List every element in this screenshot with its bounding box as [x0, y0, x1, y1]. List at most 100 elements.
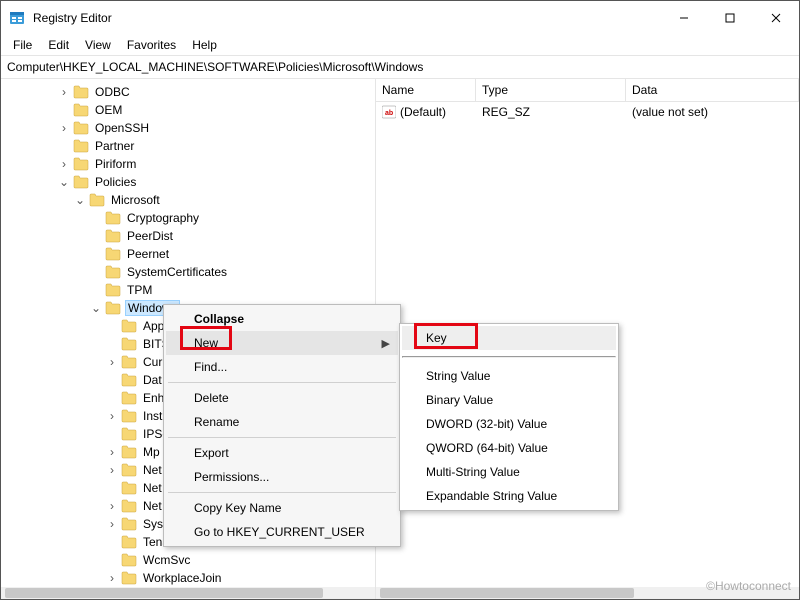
chevron-right-icon: ›: [57, 140, 71, 152]
folder-icon: [105, 283, 121, 297]
chevron-right-icon[interactable]: ›: [105, 572, 119, 584]
chevron-right-icon: ›: [105, 536, 119, 548]
tree-item-label: WorkplaceJoin: [141, 571, 223, 585]
chevron-right-icon: ›: [105, 392, 119, 404]
chevron-right-icon[interactable]: ›: [105, 410, 119, 422]
folder-icon: [121, 337, 137, 351]
chevron-right-icon: ›: [105, 374, 119, 386]
col-type[interactable]: Type: [476, 79, 626, 101]
chevron-right-icon: ›: [89, 212, 103, 224]
folder-icon: [105, 247, 121, 261]
sub-binary-value[interactable]: Binary Value: [402, 388, 616, 412]
tree-item[interactable]: › WcmSvc: [1, 551, 375, 569]
tree-item[interactable]: ›OpenSSH: [1, 119, 375, 137]
ctx-export[interactable]: Export: [166, 441, 398, 465]
tree-item[interactable]: ⌄ Microsoft: [1, 191, 375, 209]
menu-favorites[interactable]: Favorites: [119, 36, 184, 54]
col-data[interactable]: Data: [626, 79, 799, 101]
chevron-right-icon[interactable]: ›: [57, 122, 71, 134]
chevron-right-icon[interactable]: ›: [105, 518, 119, 530]
sub-expandable-string-value[interactable]: Expandable String Value: [402, 484, 616, 508]
tree-item[interactable]: ›PeerDist: [1, 227, 375, 245]
minimize-button[interactable]: [661, 1, 707, 35]
regedit-icon: [9, 10, 25, 26]
chevron-down-icon[interactable]: ⌄: [73, 194, 87, 206]
column-headers: Name Type Data: [376, 79, 799, 102]
col-name[interactable]: Name: [376, 79, 476, 101]
folder-icon: [73, 157, 89, 171]
folder-icon: [105, 301, 121, 315]
tree-item-label: Net: [141, 481, 164, 495]
context-menu: Collapse New▶ Find... Delete Rename Expo…: [163, 304, 401, 547]
tree-item[interactable]: › Partner: [1, 137, 375, 155]
folder-icon: [73, 85, 89, 99]
chevron-down-icon[interactable]: ⌄: [57, 176, 71, 188]
maximize-button[interactable]: [707, 1, 753, 35]
chevron-right-icon: ›: [105, 554, 119, 566]
folder-icon: [121, 319, 137, 333]
tree-item[interactable]: ›ODBC: [1, 83, 375, 101]
address-path: Computer\HKEY_LOCAL_MACHINE\SOFTWARE\Pol…: [7, 60, 423, 74]
tree-item[interactable]: ›Cryptography: [1, 209, 375, 227]
tree-item-label: WcmSvc: [141, 553, 192, 567]
tree-item[interactable]: ›OEM: [1, 101, 375, 119]
window-title: Registry Editor: [33, 11, 112, 25]
folder-icon: [105, 229, 121, 243]
folder-icon: [121, 445, 137, 459]
folder-icon: [73, 121, 89, 135]
ctx-permissions[interactable]: Permissions...: [166, 465, 398, 489]
tree-item-label: Piriform: [93, 157, 138, 171]
address-bar[interactable]: Computer\HKEY_LOCAL_MACHINE\SOFTWARE\Pol…: [1, 55, 799, 79]
ctx-delete[interactable]: Delete: [166, 386, 398, 410]
value-name: (Default): [400, 105, 446, 119]
tree-item-label: Cur: [141, 355, 164, 369]
tree-item[interactable]: ⌄Policies: [1, 173, 375, 191]
ctx-rename[interactable]: Rename: [166, 410, 398, 434]
value-row[interactable]: ab (Default) REG_SZ (value not set): [376, 102, 799, 122]
tree-item-label: Partner: [93, 139, 136, 153]
tree-item[interactable]: ›TPM: [1, 281, 375, 299]
chevron-right-icon[interactable]: ›: [57, 158, 71, 170]
folder-icon: [73, 103, 89, 117]
chevron-right-icon[interactable]: ›: [105, 446, 119, 458]
menu-help[interactable]: Help: [184, 36, 225, 54]
tree-item-label: Dat: [141, 373, 164, 387]
sub-dword-value[interactable]: DWORD (32-bit) Value: [402, 412, 616, 436]
menu-edit[interactable]: Edit: [40, 36, 77, 54]
watermark: ©Howtoconnect: [706, 579, 791, 593]
folder-icon: [105, 265, 121, 279]
menu-view[interactable]: View: [77, 36, 119, 54]
svg-text:ab: ab: [385, 110, 393, 117]
sub-multi-string-value[interactable]: Multi-String Value: [402, 460, 616, 484]
ctx-collapse[interactable]: Collapse: [166, 307, 398, 331]
folder-icon: [121, 409, 137, 423]
tree-item[interactable]: ›Peernet: [1, 245, 375, 263]
chevron-down-icon[interactable]: ⌄: [89, 302, 103, 314]
tree-item-label: PeerDist: [125, 229, 175, 243]
tree-scrollbar[interactable]: [1, 587, 375, 599]
ctx-goto-hkcu[interactable]: Go to HKEY_CURRENT_USER: [166, 520, 398, 544]
chevron-right-icon: ›: [89, 284, 103, 296]
folder-icon: [73, 175, 89, 189]
chevron-right-icon[interactable]: ›: [57, 86, 71, 98]
tree-item-label: Microsoft: [109, 193, 162, 207]
close-button[interactable]: [753, 1, 799, 35]
ctx-copy-key-name[interactable]: Copy Key Name: [166, 496, 398, 520]
tree-item[interactable]: ›SystemCertificates: [1, 263, 375, 281]
sub-string-value[interactable]: String Value: [402, 364, 616, 388]
ctx-new[interactable]: New▶: [166, 331, 398, 355]
chevron-right-icon[interactable]: ›: [105, 356, 119, 368]
folder-icon: [121, 373, 137, 387]
tree-item-label: Mp: [141, 445, 162, 459]
sub-qword-value[interactable]: QWORD (64-bit) Value: [402, 436, 616, 460]
menu-file[interactable]: File: [5, 36, 40, 54]
ctx-find[interactable]: Find...: [166, 355, 398, 379]
value-type: REG_SZ: [482, 105, 530, 119]
chevron-right-icon[interactable]: ›: [105, 464, 119, 476]
folder-icon: [121, 571, 137, 585]
tree-item[interactable]: › WorkplaceJoin: [1, 569, 375, 587]
chevron-right-icon[interactable]: ›: [105, 500, 119, 512]
sub-key[interactable]: Key: [402, 326, 616, 350]
context-submenu-new: Key String Value Binary Value DWORD (32-…: [399, 323, 619, 511]
tree-item[interactable]: › Piriform: [1, 155, 375, 173]
